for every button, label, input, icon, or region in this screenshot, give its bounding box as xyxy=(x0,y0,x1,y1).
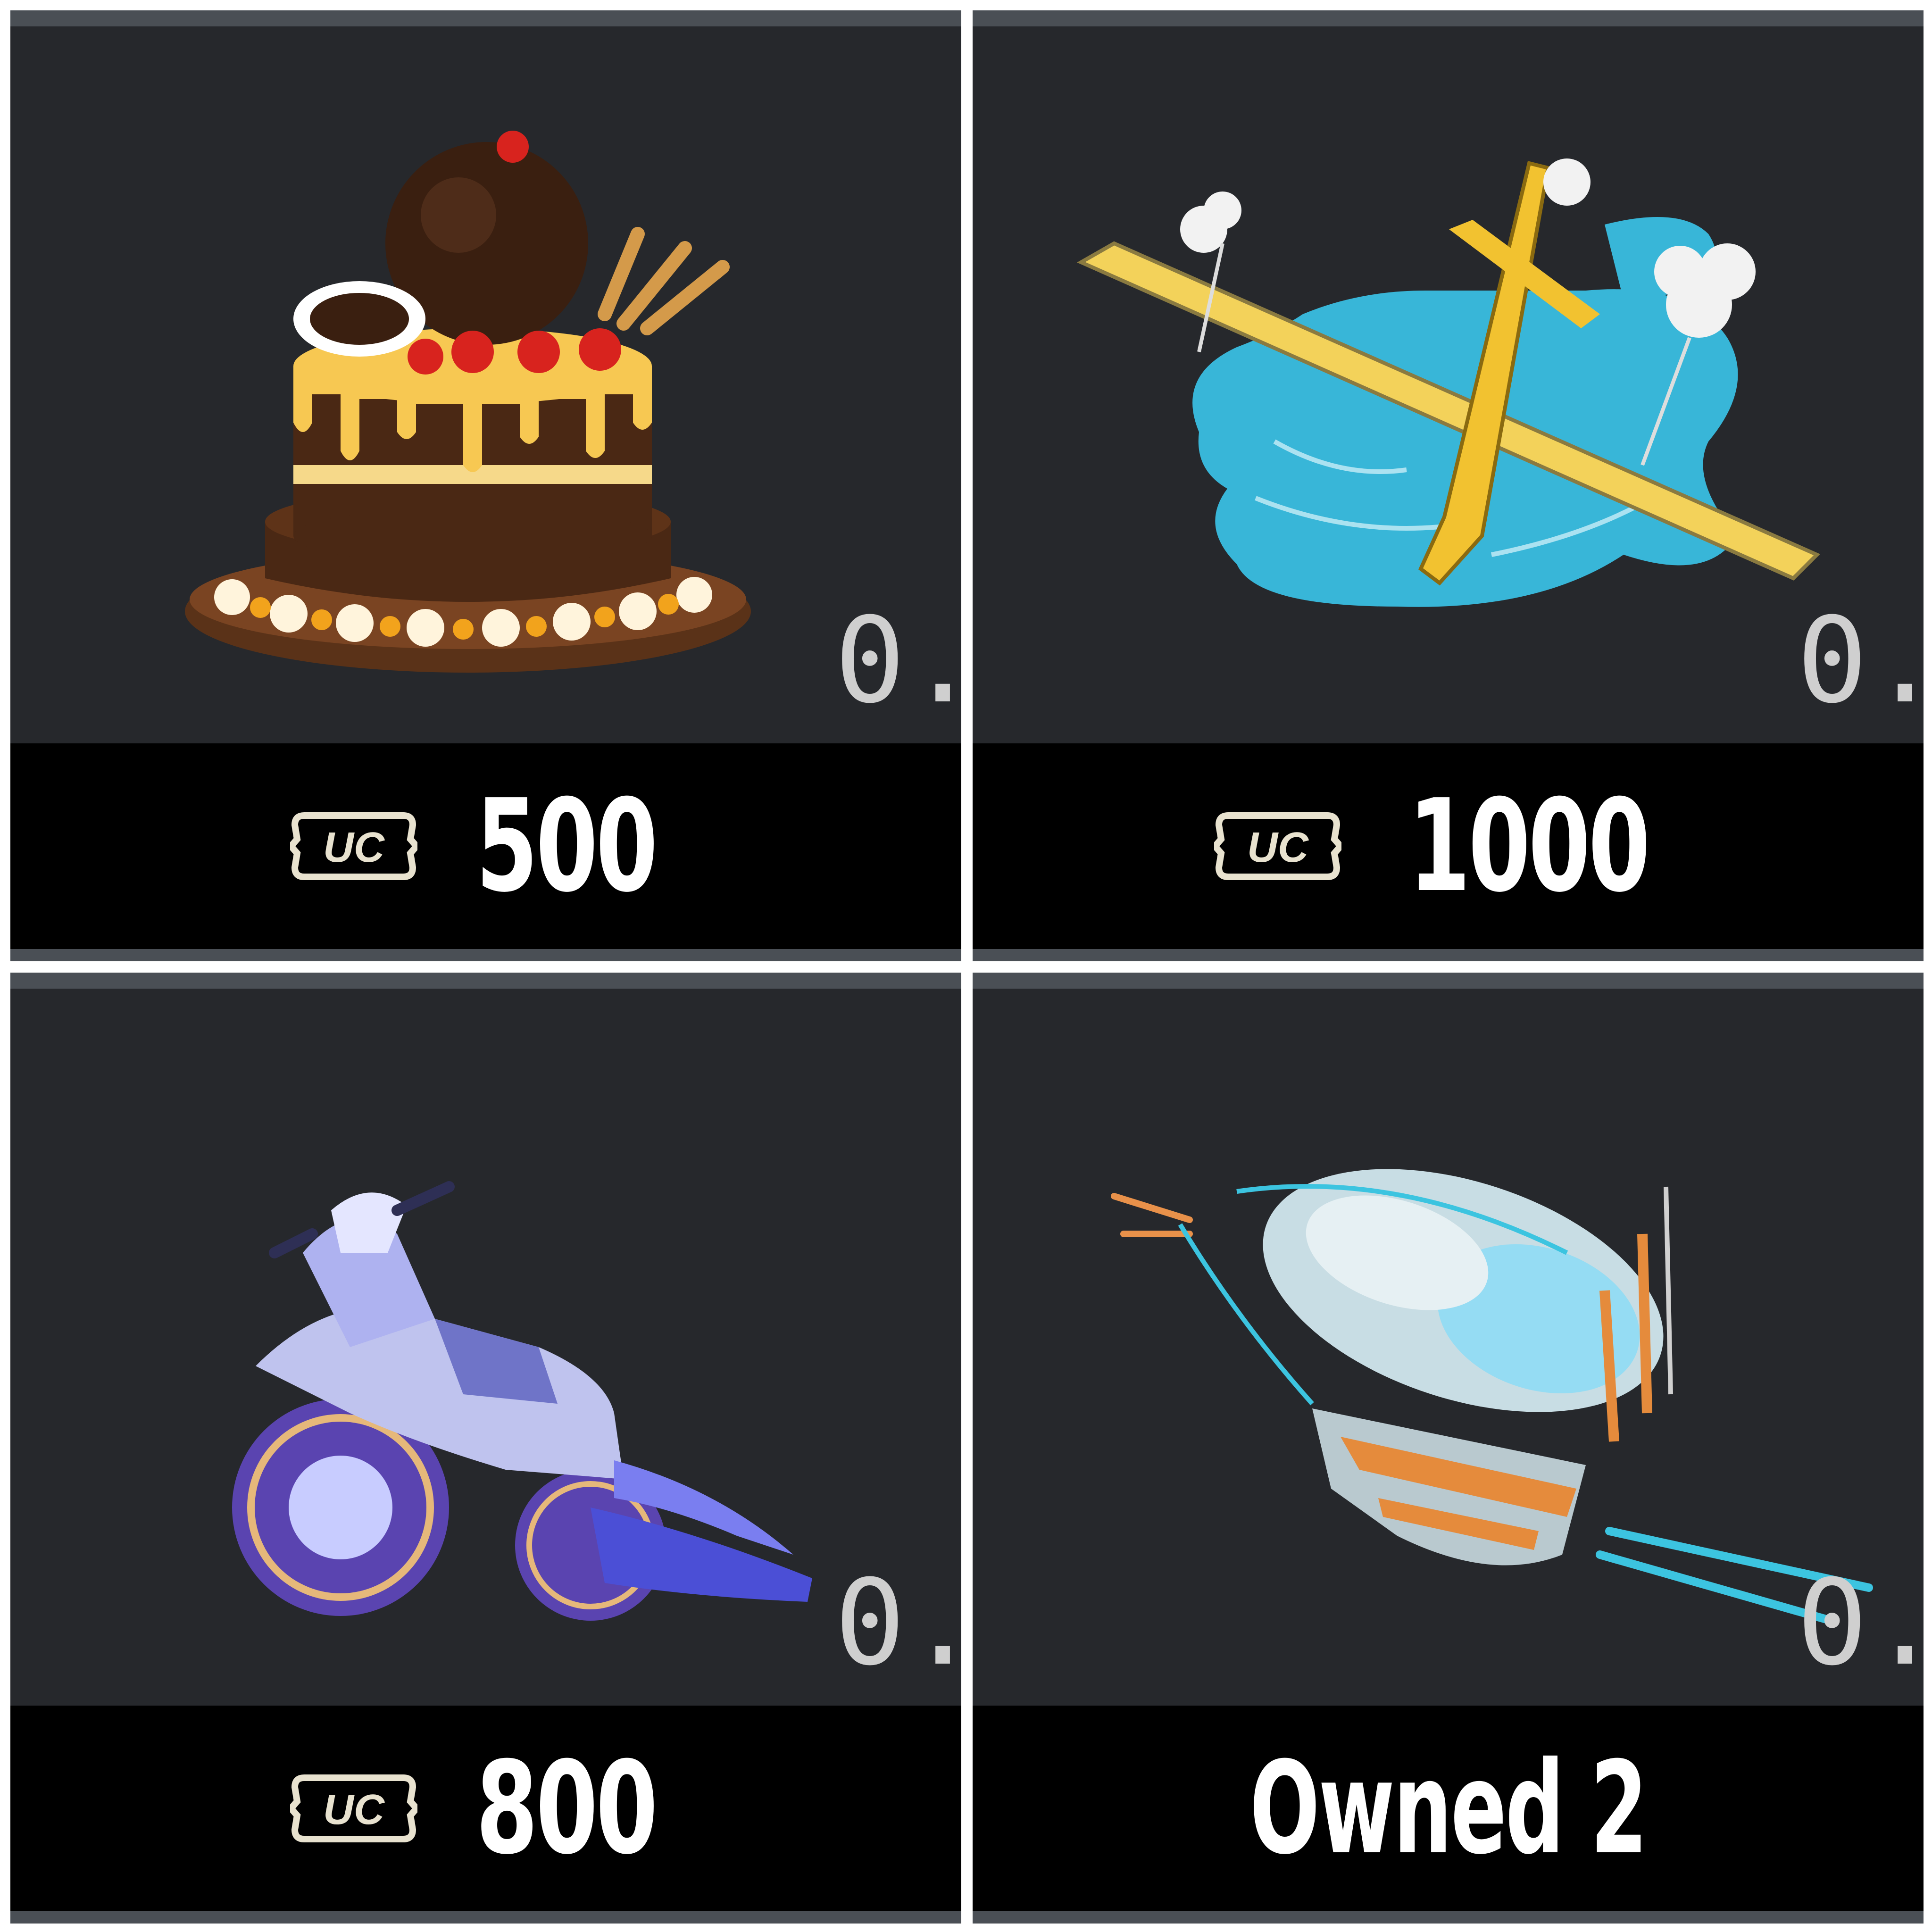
item-card-motorcycle[interactable]: 0. UC 800 xyxy=(10,973,961,1924)
item-card-airship[interactable]: 0. Owned 2 xyxy=(973,973,1924,1924)
motorcycle-icon xyxy=(10,989,961,1706)
uc-currency-icon: UC xyxy=(1214,812,1341,880)
price-label: 1000 xyxy=(1408,772,1650,920)
owned-status-label: Owned 2 xyxy=(1249,1734,1648,1882)
birthday-cake-icon xyxy=(10,26,961,743)
uc-currency-icon: UC xyxy=(290,1774,418,1842)
side-label: 0. xyxy=(834,592,961,729)
svg-text:UC: UC xyxy=(323,824,385,871)
price-label: 800 xyxy=(476,1734,658,1882)
airplane-icon xyxy=(973,26,1924,743)
price-bar[interactable]: UC 1000 xyxy=(973,743,1924,949)
price-bar[interactable]: UC 800 xyxy=(10,1706,961,1911)
svg-text:UC: UC xyxy=(323,1786,385,1833)
side-label: 0. xyxy=(1796,1554,1924,1691)
svg-text:UC: UC xyxy=(1247,824,1309,871)
airship-icon xyxy=(973,989,1924,1706)
price-bar[interactable]: UC 500 xyxy=(10,743,961,949)
uc-currency-icon: UC xyxy=(290,812,418,880)
side-label: 0. xyxy=(834,1554,961,1691)
owned-bar[interactable]: Owned 2 xyxy=(973,1706,1924,1911)
item-card-plane[interactable]: 0. UC 1000 xyxy=(973,10,1924,961)
price-label: 500 xyxy=(476,772,658,920)
side-label: 0. xyxy=(1796,592,1924,729)
item-card-cake[interactable]: 0. UC 500 xyxy=(10,10,961,961)
